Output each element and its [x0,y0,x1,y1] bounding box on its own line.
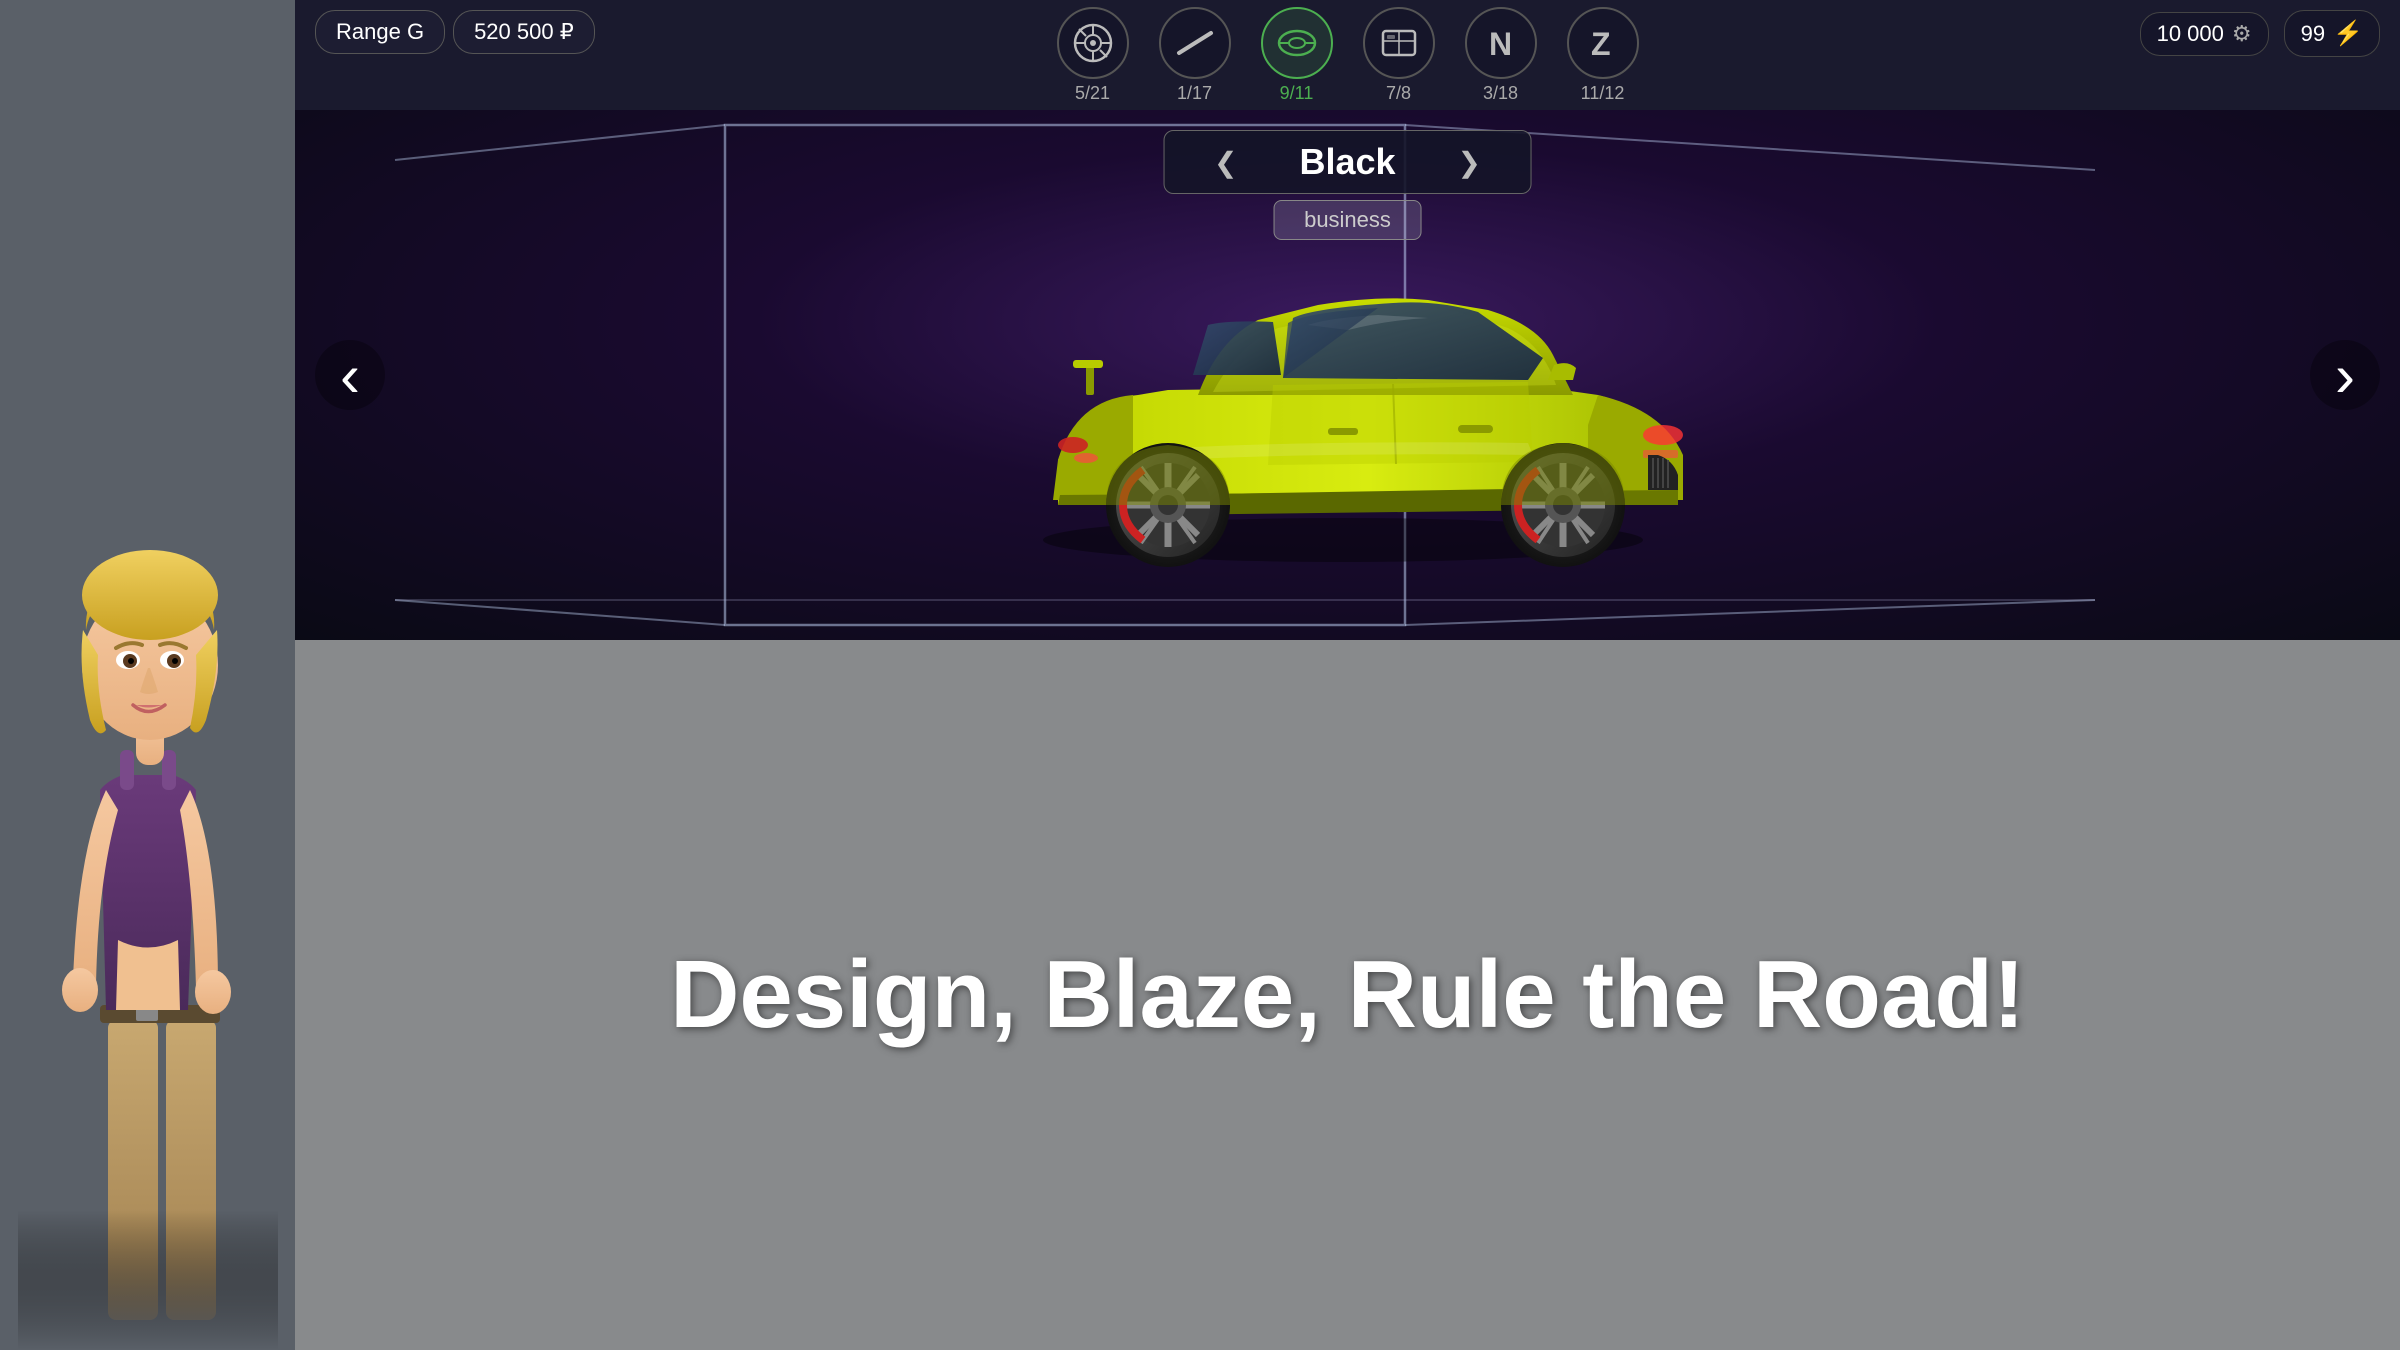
tab-hood-label: 9/11 [1280,83,1314,104]
lightning-icon: ⚡ [2333,19,2363,48]
gear-icon: ⚙ [2232,21,2252,47]
tab-wheels-label: 5/21 [1075,83,1110,104]
tab-z-label: 11/12 [1581,83,1625,104]
bottom-panel: Design, Blaze, Rule the Road! [295,640,2400,1350]
car-svg [998,190,1698,570]
nav-arrow-right[interactable]: › [2310,340,2380,410]
top-bar: Range G 520 500 ₽ [295,0,2400,110]
showroom: ❮ Black ❯ business [295,110,2400,640]
tab-n-label: 3/18 [1483,83,1518,104]
nav-arrow-left[interactable]: ‹ [315,340,385,410]
color-name-bar: ❮ Black ❯ [1163,130,1532,194]
gems-amount: 99 [2301,21,2325,47]
character-panel [0,0,295,1350]
tab-body-label: 7/8 [1386,83,1411,104]
body-icon [1363,7,1435,79]
svg-text:Z: Z [1591,26,1611,62]
stripe-icon [1159,7,1231,79]
z-icon: Z [1567,7,1639,79]
tab-stripe-label: 1/17 [1177,83,1212,104]
currency-area: 10 000 ⚙ 99 ⚡ [2140,10,2380,57]
range-badge: Range G [315,10,445,54]
character-image [8,450,288,1350]
color-name: Black [1258,141,1438,183]
color-left-arrow[interactable]: ❮ [1214,146,1237,179]
tab-n[interactable]: N 3/18 [1465,7,1537,104]
tab-body[interactable]: 7/8 [1363,7,1435,104]
coins-badge: 10 000 ⚙ [2140,12,2269,56]
wheels-icon [1057,7,1129,79]
tagline: Design, Blaze, Rule the Road! [670,940,2025,1050]
tab-hood[interactable]: 9/11 [1261,7,1333,104]
character-svg [18,500,278,1350]
hood-icon [1261,7,1333,79]
tab-z[interactable]: Z 11/12 [1567,7,1639,104]
color-type-badge: business [1273,200,1422,240]
car-display [998,190,1698,570]
gems-badge: 99 ⚡ [2284,10,2380,57]
color-right-arrow[interactable]: ❯ [1458,146,1481,179]
icon-tabs: 5/21 1/17 [1057,7,1639,104]
price-badge: 520 500 ₽ [453,10,595,54]
car-info-badges: Range G 520 500 ₽ [295,10,595,54]
svg-text:N: N [1489,26,1512,62]
tab-stripe[interactable]: 1/17 [1159,7,1231,104]
n-icon: N [1465,7,1537,79]
main-area: Range G 520 500 ₽ [295,0,2400,1350]
color-selector: ❮ Black ❯ business [1163,130,1532,240]
coins-amount: 10 000 [2157,21,2224,47]
tab-wheels[interactable]: 5/21 [1057,7,1129,104]
